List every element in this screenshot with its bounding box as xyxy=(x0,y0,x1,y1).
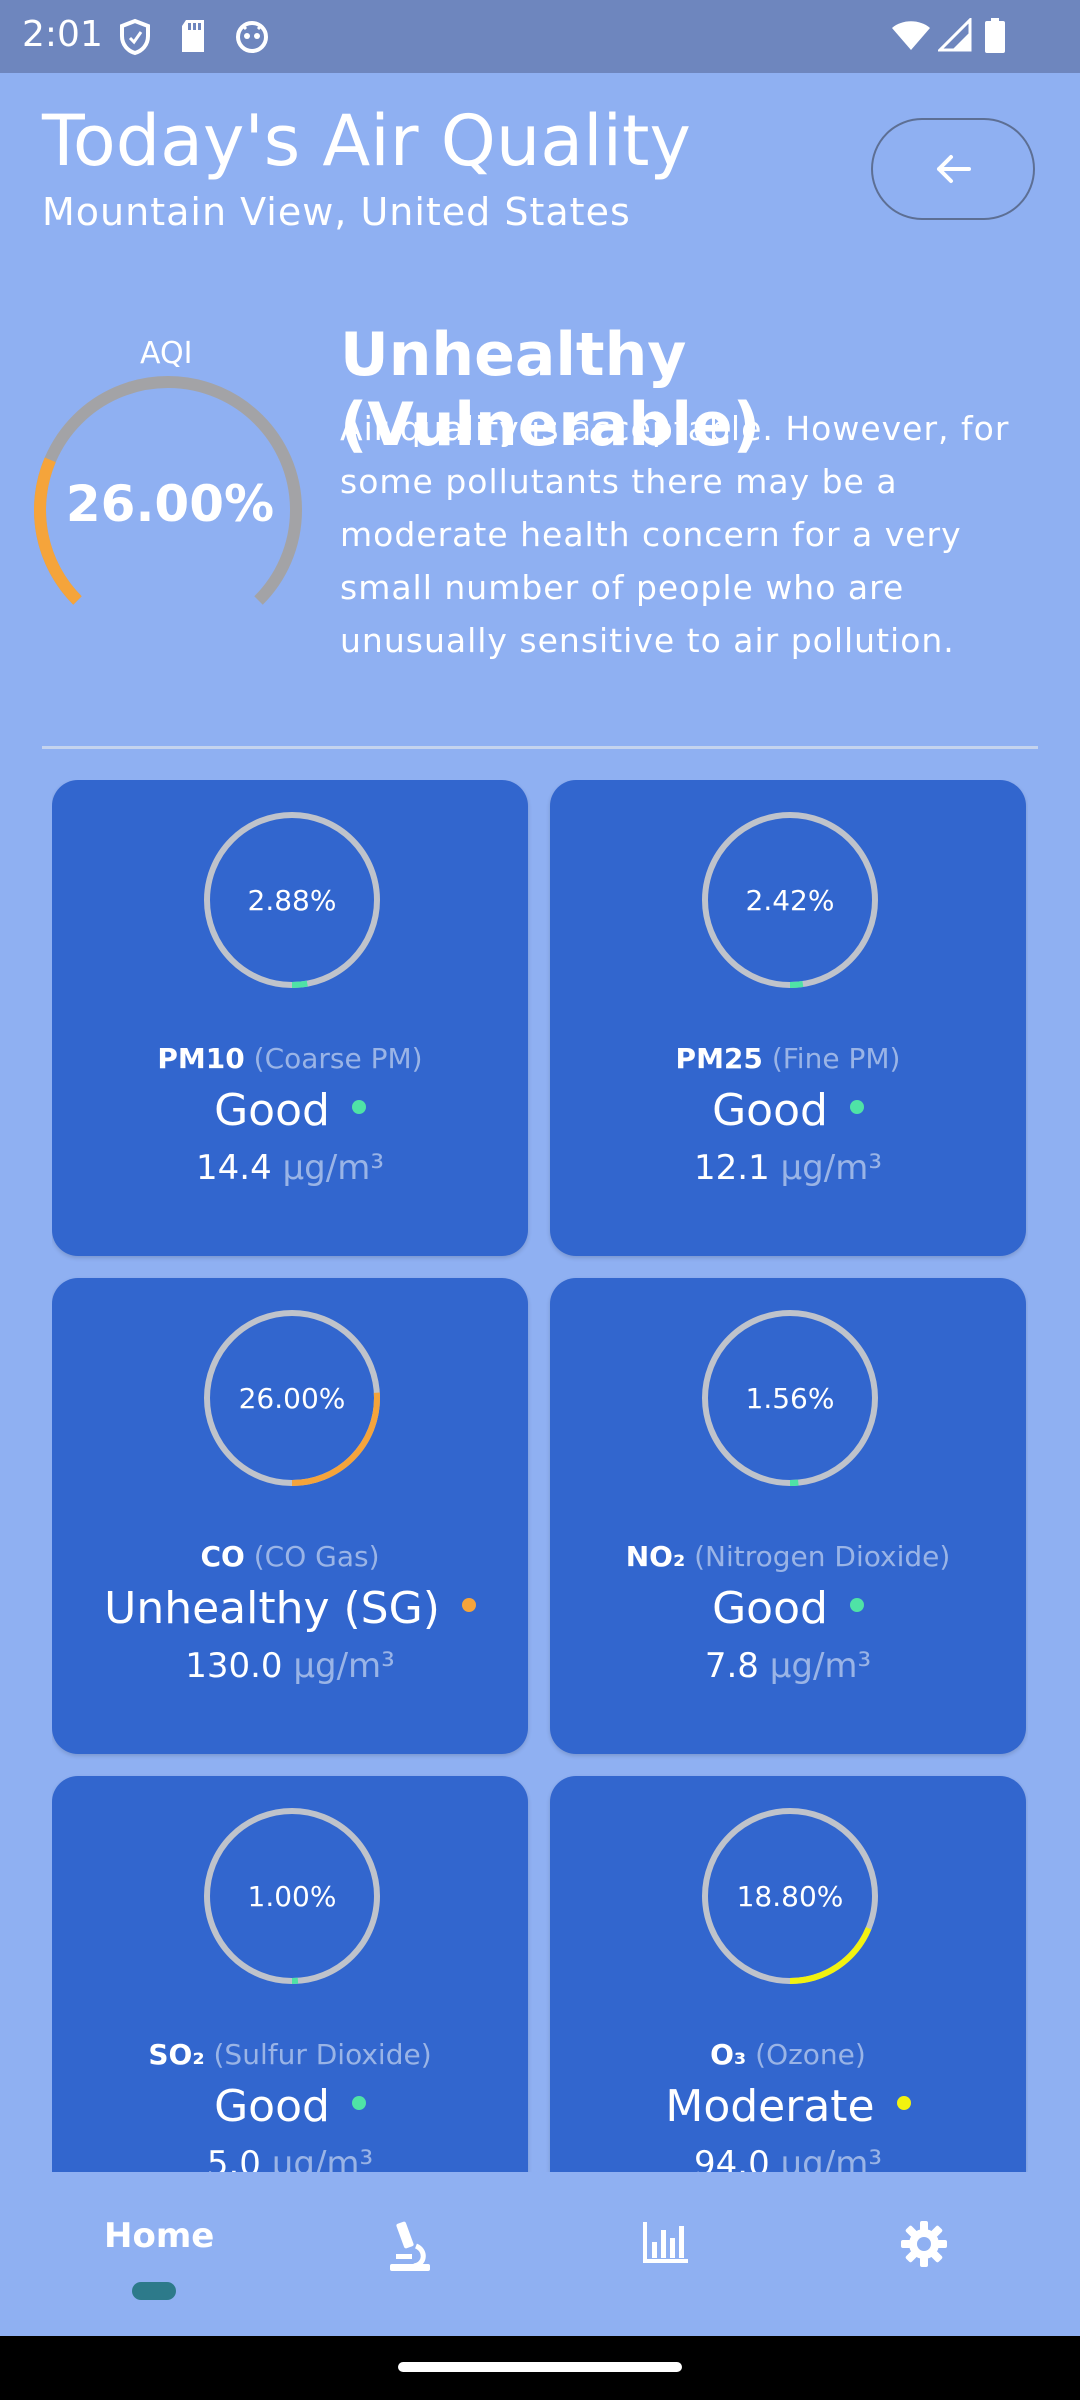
pollutant-card[interactable]: 1.56% NO₂ (Nitrogen Dioxide) Good 7.8 µg/m³ xyxy=(550,1278,1026,1754)
status-dot-icon xyxy=(351,2096,366,2110)
pollutant-concentration: 7.8 xyxy=(704,1646,759,1686)
status-dot-icon xyxy=(849,1100,864,1114)
cell-signal-icon xyxy=(938,18,972,52)
pollutant-percent: 1.00% xyxy=(247,1879,337,1913)
pollutant-title: NO₂ (Nitrogen Dioxide) xyxy=(550,1540,1026,1573)
pollutant-name: CO xyxy=(200,1540,245,1573)
pollutant-unit: µg/m³ xyxy=(769,1646,872,1686)
status-bar: 2:01 xyxy=(0,0,1080,73)
pollutant-description: (Sulfur Dioxide) xyxy=(213,2038,432,2071)
pollutant-status-label: Good xyxy=(214,1085,330,1136)
microscope-icon[interactable] xyxy=(386,2220,436,2274)
location-label: Mountain View, United States xyxy=(42,190,631,234)
pollutant-status: Good xyxy=(52,1085,528,1136)
pollutant-status: Good xyxy=(550,1085,1026,1136)
pollutant-value: 14.4 µg/m³ xyxy=(52,1148,528,1188)
sd-card-icon xyxy=(182,20,204,52)
pollutant-grid: 2.88% PM10 (Coarse PM) Good 14.4 µg/m³ 2.42… xyxy=(52,780,1028,2172)
pollutant-percent: 2.42% xyxy=(745,883,835,917)
pollutant-name: O₃ xyxy=(710,2038,747,2071)
battery-icon xyxy=(985,18,1005,53)
pollutant-name: PM10 xyxy=(157,1042,245,1075)
home-gesture-handle[interactable] xyxy=(398,2362,682,2372)
pollutant-title: PM10 (Coarse PM) xyxy=(52,1042,528,1075)
pollutant-status-label: Unhealthy (SG) xyxy=(104,1583,440,1634)
pollutant-status: Unhealthy (SG) xyxy=(52,1583,528,1634)
pollutant-value: 94.0 µg/m³ xyxy=(550,2144,1026,2172)
pollutant-card[interactable]: 1.00% SO₂ (Sulfur Dioxide) Good 5.0 µg/m³ xyxy=(52,1776,528,2172)
pollutant-unit: µg/m³ xyxy=(293,1646,395,1686)
pollutant-status: Good xyxy=(52,2081,528,2132)
status-time: 2:01 xyxy=(22,14,103,55)
pollutant-concentration: 94.0 xyxy=(694,2144,770,2172)
aqi-status-description: Air quality is acceptable. However, for … xyxy=(340,409,1010,660)
divider xyxy=(42,746,1038,749)
pollutant-status-label: Good xyxy=(712,1085,828,1136)
pollutant-percent: 1.56% xyxy=(745,1381,835,1415)
pollutant-name: SO₂ xyxy=(148,2038,205,2071)
gesture-bar xyxy=(0,2336,1080,2400)
pollutant-unit: µg/m³ xyxy=(780,1148,882,1188)
assistant-face-icon xyxy=(236,21,268,53)
pollutant-card[interactable]: 18.80% O₃ (Ozone) Moderate 94.0 µg/m³ xyxy=(550,1776,1026,2172)
arrow-left-icon xyxy=(937,155,971,183)
pollutant-value: 7.8 µg/m³ xyxy=(550,1646,1026,1686)
pollutant-description: (CO Gas) xyxy=(253,1540,380,1573)
bottom-nav: Home xyxy=(0,2172,1080,2336)
status-dot-icon xyxy=(461,1598,476,1612)
pollutant-unit: µg/m³ xyxy=(271,2144,374,2172)
pollutant-description: (Coarse PM) xyxy=(253,1042,423,1075)
pollutant-description: (Fine PM) xyxy=(771,1042,901,1075)
pollutant-description: (Nitrogen Dioxide) xyxy=(694,1540,951,1573)
pollutant-unit: µg/m³ xyxy=(282,1148,384,1188)
nav-active-indicator xyxy=(132,2282,176,2300)
pollutant-percent: 18.80% xyxy=(736,1879,844,1913)
status-dot-icon xyxy=(351,1100,366,1114)
pollutant-value: 5.0 µg/m³ xyxy=(52,2144,528,2172)
pollutant-card[interactable]: 2.88% PM10 (Coarse PM) Good 14.4 µg/m³ xyxy=(52,780,528,1256)
pollutant-status-label: Good xyxy=(712,1583,828,1634)
pollutant-title: PM25 (Fine PM) xyxy=(550,1042,1026,1075)
gear-icon[interactable] xyxy=(900,2220,948,2268)
pollutant-value: 12.1 µg/m³ xyxy=(550,1148,1026,1188)
pollutant-name: NO₂ xyxy=(625,1540,686,1573)
pollutant-description: (Ozone) xyxy=(755,2038,866,2071)
pollutant-concentration: 12.1 xyxy=(694,1148,770,1188)
pollutant-status-label: Moderate xyxy=(665,2081,875,2132)
pollutant-unit: µg/m³ xyxy=(780,2144,882,2172)
pollutant-title: O₃ (Ozone) xyxy=(550,2038,1026,2071)
pollutant-concentration: 130.0 xyxy=(185,1646,283,1686)
pollutant-concentration: 14.4 xyxy=(196,1148,272,1188)
aqi-label: AQI xyxy=(140,336,193,371)
pollutant-percent: 2.88% xyxy=(247,883,337,917)
pollutant-percent: 26.00% xyxy=(238,1381,346,1415)
nav-home-label: Home xyxy=(104,2216,215,2256)
page-title: Today's Air Quality xyxy=(42,100,691,182)
bar-chart-icon[interactable] xyxy=(642,2220,690,2264)
pollutant-name: PM25 xyxy=(675,1042,763,1075)
pollutant-status: Moderate xyxy=(550,2081,1026,2132)
pollutant-concentration: 5.0 xyxy=(206,2144,261,2172)
status-dot-icon xyxy=(896,2096,911,2110)
wifi-icon xyxy=(892,21,930,50)
pollutant-title: CO (CO Gas) xyxy=(52,1540,528,1573)
status-dot-icon xyxy=(849,1598,864,1612)
pollutant-title: SO₂ (Sulfur Dioxide) xyxy=(52,2038,528,2071)
pollutant-card[interactable]: 26.00% CO (CO Gas) Unhealthy (SG) 130.0 µg/… xyxy=(52,1278,528,1754)
pollutant-value: 130.0 µg/m³ xyxy=(52,1646,528,1686)
back-button[interactable] xyxy=(871,118,1035,220)
pollutant-status: Good xyxy=(550,1583,1026,1634)
pollutant-status-label: Good xyxy=(214,2081,330,2132)
shield-icon xyxy=(120,18,150,56)
aqi-value: 26.00% xyxy=(65,475,275,533)
pollutant-card[interactable]: 2.42% PM25 (Fine PM) Good 12.1 µg/m³ xyxy=(550,780,1026,1256)
